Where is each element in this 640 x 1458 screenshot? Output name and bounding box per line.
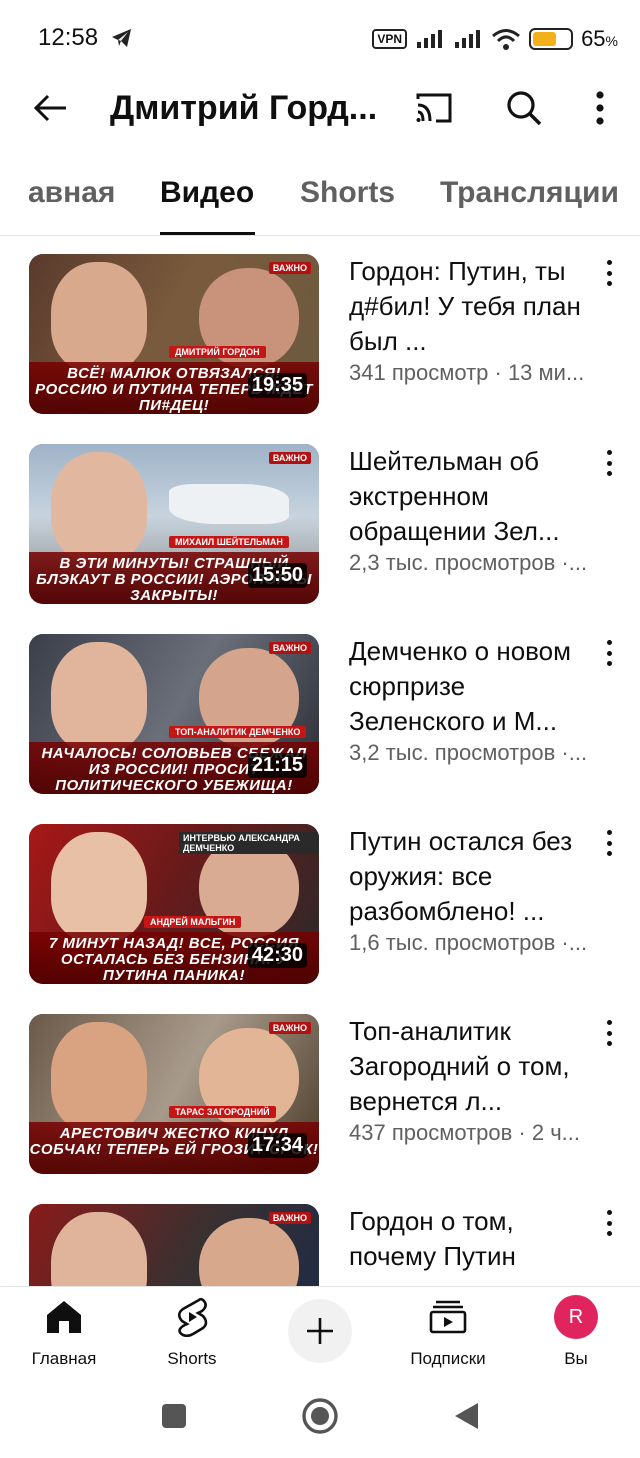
video-item[interactable]: ВАЖНО ТОП-АНАЛИТИК ДЕМЧЕНКО НАЧАЛОСЬ! СО… (0, 616, 640, 806)
nav-shorts[interactable]: Shorts (132, 1295, 252, 1369)
video-thumbnail[interactable]: ВАЖНО ТОП-АНАЛИТИК ДЕМЧЕНКО НАЧАЛОСЬ! СО… (29, 634, 319, 794)
nav-you[interactable]: R Вы (516, 1295, 636, 1369)
thumb-badge: ВАЖНО (268, 1212, 311, 1224)
video-more-button[interactable] (596, 638, 622, 668)
shorts-icon (177, 1297, 208, 1337)
tab-videos[interactable]: Видео (160, 176, 254, 210)
thumb-name-tag: МИХАИЛ ШЕЙТЕЛЬМАН (169, 536, 289, 548)
vpn-badge: VPN (372, 29, 408, 49)
video-thumbnail[interactable]: ВАЖНО МИХАИЛ ШЕЙТЕЛЬМАН В ЭТИ МИНУТЫ! СТ… (29, 444, 319, 604)
channel-tabs: авная Видео Shorts Трансляции (0, 160, 640, 236)
video-item[interactable]: ВАЖНО ТАРАС ЗАГОРОДНИЙ АРЕСТОВИЧ ЖЕСТКО … (0, 996, 640, 1186)
thumb-badge: ВАЖНО (268, 642, 311, 654)
video-title[interactable]: Гордон о том, почему Путин (349, 1204, 605, 1274)
nav-shorts-label: Shorts (167, 1349, 217, 1368)
video-meta: 341 просмотр · 13 ми... (349, 360, 585, 385)
video-more-button[interactable] (596, 258, 622, 288)
system-navigation-bar (0, 1376, 640, 1458)
subscriptions-icon (429, 1300, 467, 1334)
thumb-badge: ВАЖНО (268, 1022, 311, 1034)
video-thumbnail[interactable]: ВАЖНО ТАРАС ЗАГОРОДНИЙ АРЕСТОВИЧ ЖЕСТКО … (29, 1014, 319, 1174)
nav-home[interactable]: Главная (4, 1295, 124, 1369)
video-title[interactable]: Топ-аналитик Загородний о том, вернется … (349, 1014, 605, 1119)
battery-percent: 65% (581, 26, 618, 51)
video-title[interactable]: Путин остался без оружия: все разбомблен… (349, 824, 605, 929)
video-meta: 1,6 тыс. просмотров ·... (349, 930, 588, 955)
cast-button[interactable] (412, 86, 456, 130)
status-time: 12:58 (38, 24, 99, 51)
back-arrow-icon (33, 94, 66, 122)
video-title[interactable]: Демченко о новом сюрпризе Зеленского и М… (349, 634, 605, 739)
nav-subscriptions-label: Подписки (410, 1349, 486, 1368)
video-meta: 3,2 тыс. просмотров ·... (349, 740, 588, 765)
telegram-icon (112, 29, 131, 47)
video-item[interactable]: ИНТЕРВЬЮ АЛЕКСАНДРА ДЕМЧЕНКО АНДРЕЙ МАЛЬ… (0, 806, 640, 996)
tab-shorts[interactable]: Shorts (300, 176, 395, 210)
circle-icon (302, 1398, 338, 1434)
video-meta: 2,3 тыс. просмотров ·... (349, 550, 588, 575)
create-button[interactable] (288, 1299, 352, 1363)
back-system-button[interactable] (446, 1396, 486, 1436)
signal-icon (417, 30, 443, 48)
video-duration: 15:50 (247, 563, 307, 588)
triangle-back-icon (455, 1403, 478, 1429)
avatar: R (554, 1295, 598, 1339)
thumb-name-tag: ДМИТРИЙ ГОРДОН (169, 346, 266, 358)
video-meta: 437 просмотров · 2 ч... (349, 1120, 581, 1145)
channel-title: Дмитрий Горд... (110, 89, 378, 127)
tab-home[interactable]: авная (28, 176, 115, 210)
video-more-button[interactable] (596, 1018, 622, 1048)
video-item[interactable]: ВАЖНО Гордон о том, почему Путин (0, 1186, 640, 1286)
plus-icon (307, 1318, 333, 1344)
search-icon (507, 91, 542, 126)
more-vertical-icon (596, 91, 604, 125)
video-thumbnail[interactable]: ВАЖНО (29, 1204, 319, 1286)
video-thumbnail[interactable]: ВАЖНО ДМИТРИЙ ГОРДОН ВСЁ! МАЛЮК ОТВЯЗАЛС… (29, 254, 319, 414)
thumb-name-tag: ТАРАС ЗАГОРОДНИЙ (169, 1106, 276, 1118)
video-duration: 17:34 (247, 1133, 307, 1158)
home-system-button[interactable] (300, 1396, 340, 1436)
wifi-icon (492, 29, 521, 50)
video-duration: 19:35 (247, 373, 307, 398)
video-more-button[interactable] (596, 1208, 622, 1238)
thumb-badge: ИНТЕРВЬЮ АЛЕКСАНДРА ДЕМЧЕНКО (179, 832, 319, 854)
status-bar: 12:58 VPN 65% (0, 0, 640, 78)
video-title[interactable]: Шейтельман об экстренном обращении Зел..… (349, 444, 605, 549)
nav-home-label: Главная (31, 1349, 97, 1368)
video-item[interactable]: ВАЖНО МИХАИЛ ШЕЙТЕЛЬМАН В ЭТИ МИНУТЫ! СТ… (0, 426, 640, 616)
channel-header: Дмитрий Горд... (0, 78, 640, 138)
recents-button[interactable] (154, 1396, 194, 1436)
video-thumbnail[interactable]: ИНТЕРВЬЮ АЛЕКСАНДРА ДЕМЧЕНКО АНДРЕЙ МАЛЬ… (29, 824, 319, 984)
nav-you-label: Вы (564, 1349, 588, 1368)
thumb-name-tag: АНДРЕЙ МАЛЬГИН (144, 916, 242, 928)
back-button[interactable] (28, 86, 72, 130)
thumb-badge: ВАЖНО (268, 262, 311, 274)
video-more-button[interactable] (596, 828, 622, 858)
video-title[interactable]: Гордон: Путин, ты д#бил! У тебя план был… (349, 254, 605, 359)
video-list: ВАЖНО ДМИТРИЙ ГОРДОН ВСЁ! МАЛЮК ОТВЯЗАЛС… (0, 236, 640, 1286)
nav-subscriptions[interactable]: Подписки (388, 1295, 508, 1369)
more-options-button[interactable] (578, 86, 622, 130)
active-tab-indicator (160, 232, 255, 235)
tab-live[interactable]: Трансляции (440, 176, 619, 210)
thumb-name-tag: ТОП-АНАЛИТИК ДЕМЧЕНКО (169, 726, 307, 738)
battery-icon (529, 28, 574, 50)
signal-icon-2 (455, 30, 481, 48)
video-item[interactable]: ВАЖНО ДМИТРИЙ ГОРДОН ВСЁ! МАЛЮК ОТВЯЗАЛС… (0, 236, 640, 426)
video-duration: 42:30 (247, 943, 307, 968)
video-more-button[interactable] (596, 448, 622, 478)
status-icons: VPN 65% (372, 24, 618, 54)
search-button[interactable] (502, 86, 546, 130)
home-icon (47, 1301, 81, 1333)
thumb-badge: ВАЖНО (268, 452, 311, 464)
video-duration: 21:15 (247, 753, 307, 778)
bottom-navigation: Главная Shorts Подписки R Вы (0, 1286, 640, 1376)
square-icon (162, 1404, 186, 1428)
cast-icon (416, 93, 452, 123)
